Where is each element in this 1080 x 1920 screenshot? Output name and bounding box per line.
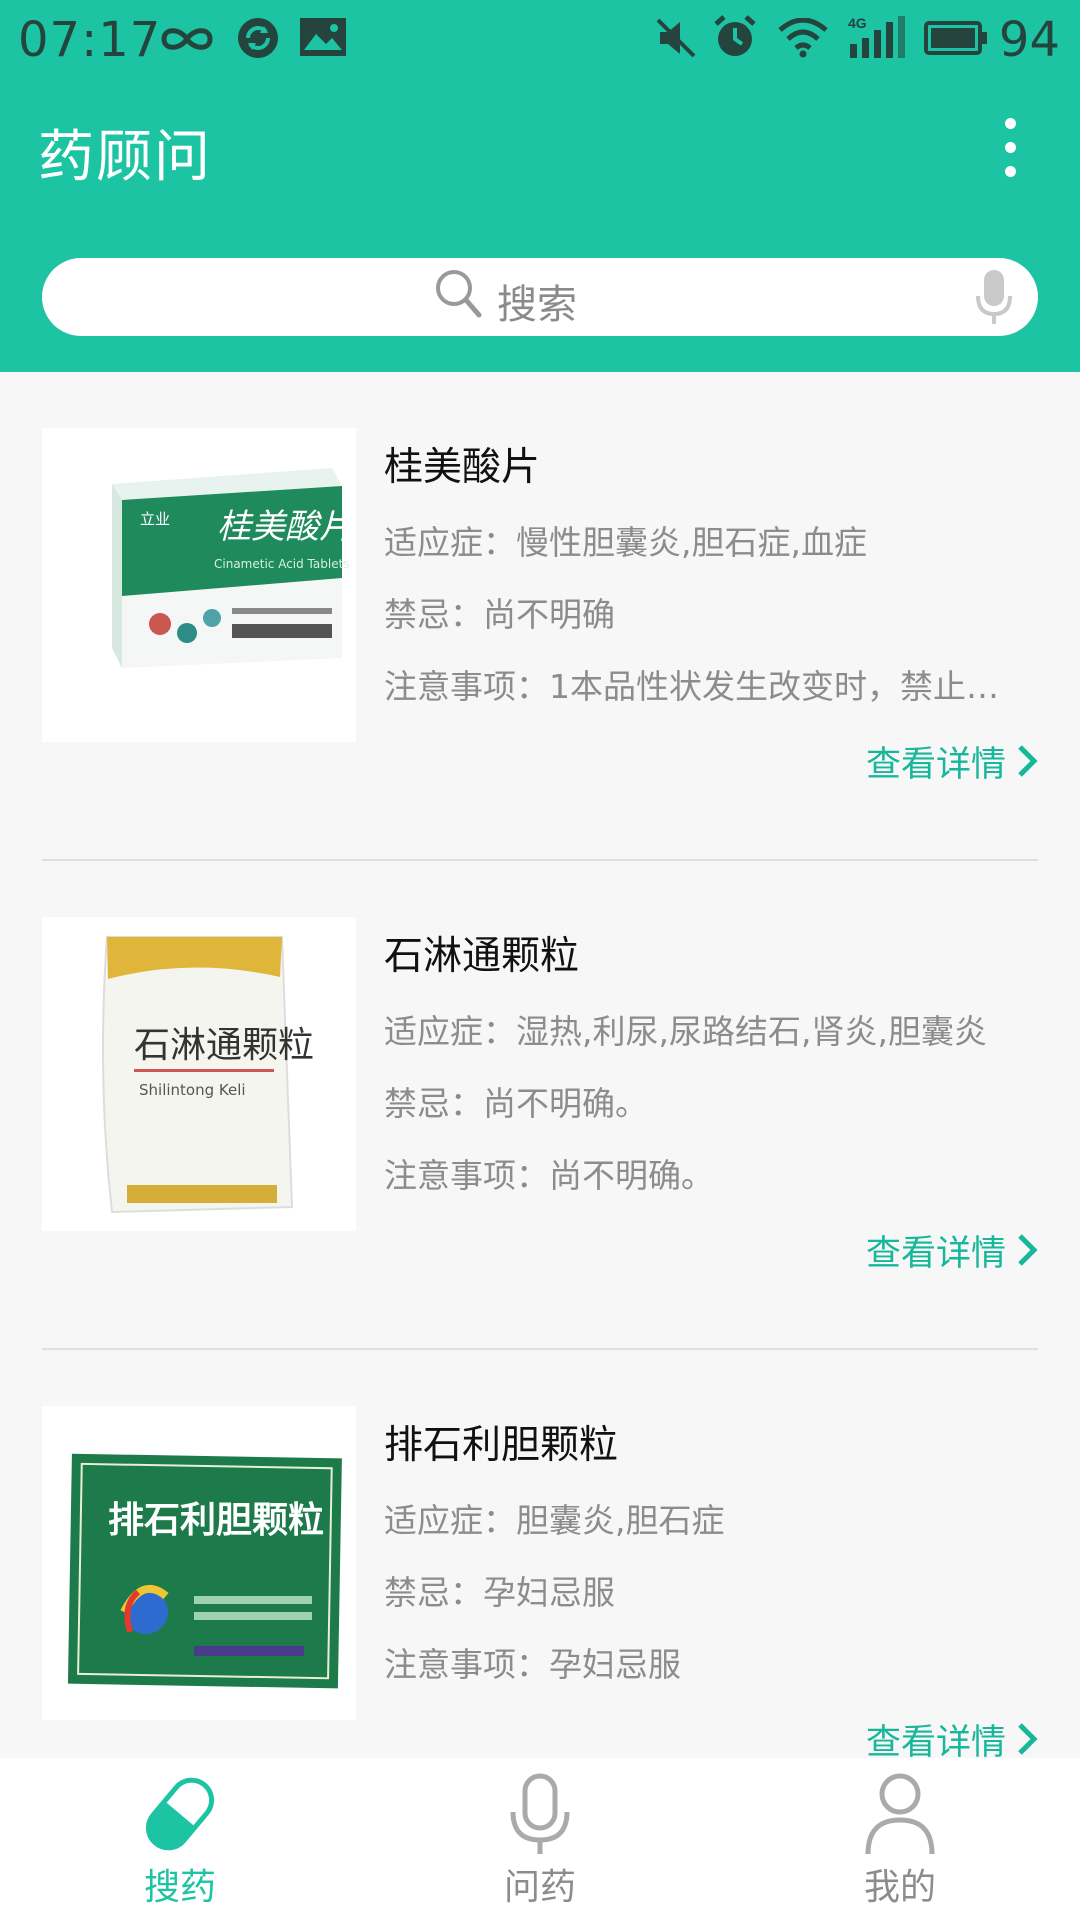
tab-label: 问药 xyxy=(503,1867,576,1908)
svg-text:桂美酸片: 桂美酸片 xyxy=(217,507,355,547)
search-placeholder: 搜索 xyxy=(497,282,577,328)
app-header: 07:17 4G 94 药顾问 搜索 xyxy=(0,0,1080,372)
svg-text:4G: 4G xyxy=(848,15,867,31)
search-icon xyxy=(436,270,482,318)
tab-search-drugs[interactable]: 搜药 xyxy=(80,1758,280,1920)
drug-indication: 适应症：慢性胆囊炎,胆石症,血症 xyxy=(384,523,867,562)
microphone-icon xyxy=(510,1773,570,1854)
list-item[interactable]: 立业 桂美酸片 Cinametic Acid Tablets 桂美酸片 适应症：… xyxy=(0,372,1080,861)
alarm-icon xyxy=(714,15,756,56)
drug-contraindication: 禁忌：尚不明确。 xyxy=(384,1084,648,1123)
medicine-box-image: 立业 桂美酸片 Cinametic Acid Tablets xyxy=(112,468,355,668)
chevron-right-icon xyxy=(1018,745,1038,777)
drug-image: 排石利胆颗粒 xyxy=(42,1406,356,1720)
view-details-label: 查看详情 xyxy=(865,745,1006,785)
medicine-box-image: 排石利胆颗粒 xyxy=(67,1453,342,1689)
drug-notes: 注意事项：尚不明确。 xyxy=(384,1156,714,1195)
battery-icon xyxy=(924,21,987,55)
tab-profile[interactable]: 我的 xyxy=(800,1758,1000,1920)
view-details-link[interactable]: 查看详情 xyxy=(866,1225,1038,1276)
view-details-label: 查看详情 xyxy=(865,1723,1006,1763)
app-title: 药顾问 xyxy=(38,125,212,190)
tab-label: 我的 xyxy=(863,1867,936,1908)
drug-name: 石淋通颗粒 xyxy=(384,934,580,979)
chevron-right-icon xyxy=(1018,1723,1038,1755)
sync-icon xyxy=(238,18,278,58)
svg-text:排石利胆颗粒: 排石利胆颗粒 xyxy=(108,1499,324,1541)
mute-icon xyxy=(656,18,696,58)
view-details-link[interactable]: 查看详情 xyxy=(866,736,1038,787)
tab-label: 搜药 xyxy=(143,1867,216,1908)
signal-4g-icon: 4G xyxy=(848,15,905,58)
view-details-label: 查看详情 xyxy=(865,1234,1006,1274)
drug-notes: 注意事项：1本品性状发生改变时，禁止… xyxy=(384,667,999,706)
search-input[interactable]: 搜索 xyxy=(42,258,1038,336)
wifi-icon xyxy=(778,18,828,58)
drug-image: 石淋通颗粒 Shilintong Keli xyxy=(42,917,356,1231)
status-bar: 07:17 4G 94 xyxy=(0,0,1080,78)
voice-search-icon[interactable] xyxy=(974,268,1014,326)
drug-name: 排石利胆颗粒 xyxy=(384,1423,619,1468)
more-options-icon[interactable] xyxy=(990,112,1030,184)
infinity-icon xyxy=(161,28,213,50)
svg-text:Cinametic Acid Tablets: Cinametic Acid Tablets xyxy=(214,557,350,571)
bottom-navigation: 搜药 问药 我的 xyxy=(0,1758,1080,1920)
drug-name: 桂美酸片 xyxy=(384,445,541,490)
image-icon xyxy=(300,18,346,56)
drug-indication: 适应症：胆囊炎,胆石症 xyxy=(384,1501,725,1540)
tab-ask-drugs[interactable]: 问药 xyxy=(440,1758,640,1920)
svg-text:Shilintong Keli: Shilintong Keli xyxy=(139,1081,246,1099)
pill-icon xyxy=(145,1777,215,1851)
medicine-packet-image: 石淋通颗粒 Shilintong Keli xyxy=(102,936,314,1214)
svg-text:石淋通颗粒: 石淋通颗粒 xyxy=(134,1025,314,1066)
chevron-right-icon xyxy=(1018,1234,1038,1266)
drug-image: 立业 桂美酸片 Cinametic Acid Tablets xyxy=(42,428,356,742)
drug-contraindication: 禁忌：尚不明确 xyxy=(384,595,615,634)
svg-text:立业: 立业 xyxy=(140,510,170,528)
drug-contraindication: 禁忌：孕妇忌服 xyxy=(384,1573,615,1612)
drug-notes: 注意事项：孕妇忌服 xyxy=(384,1645,681,1684)
user-icon xyxy=(865,1773,935,1855)
status-time: 07:17 xyxy=(18,12,162,68)
battery-level: 94 xyxy=(998,12,1060,68)
list-item[interactable]: 石淋通颗粒 Shilintong Keli 石淋通颗粒 适应症：湿热,利尿,尿路… xyxy=(0,861,1080,1350)
drug-indication: 适应症：湿热,利尿,尿路结石,肾炎,胆囊炎 xyxy=(384,1012,987,1051)
